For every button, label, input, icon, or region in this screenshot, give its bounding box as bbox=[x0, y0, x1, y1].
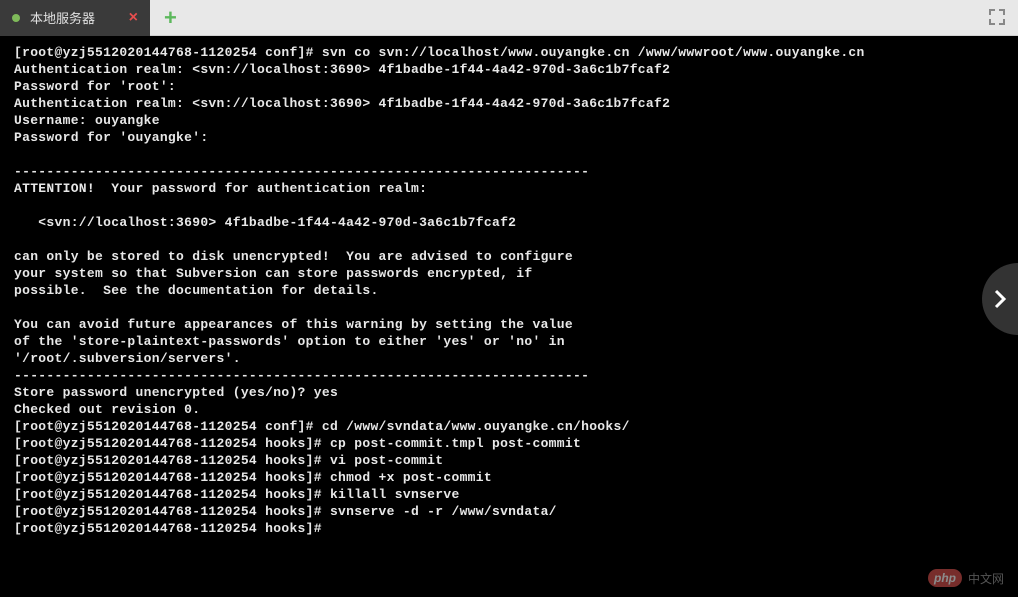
watermark-label: 中文网 bbox=[968, 570, 1004, 587]
tab-bar: 本地服务器 × + bbox=[0, 0, 1018, 36]
watermark-logo: php bbox=[928, 569, 962, 587]
terminal-output[interactable]: [root@yzj5512020144768-1120254 conf]# sv… bbox=[0, 36, 1018, 597]
watermark: php 中文网 bbox=[928, 569, 1004, 587]
tab-status-dot bbox=[12, 14, 20, 22]
tab-local-server[interactable]: 本地服务器 × bbox=[0, 0, 150, 36]
close-icon[interactable]: × bbox=[129, 9, 138, 27]
expand-icon[interactable] bbox=[988, 8, 1006, 26]
tab-label: 本地服务器 bbox=[30, 8, 95, 27]
new-tab-button[interactable]: + bbox=[150, 5, 191, 31]
